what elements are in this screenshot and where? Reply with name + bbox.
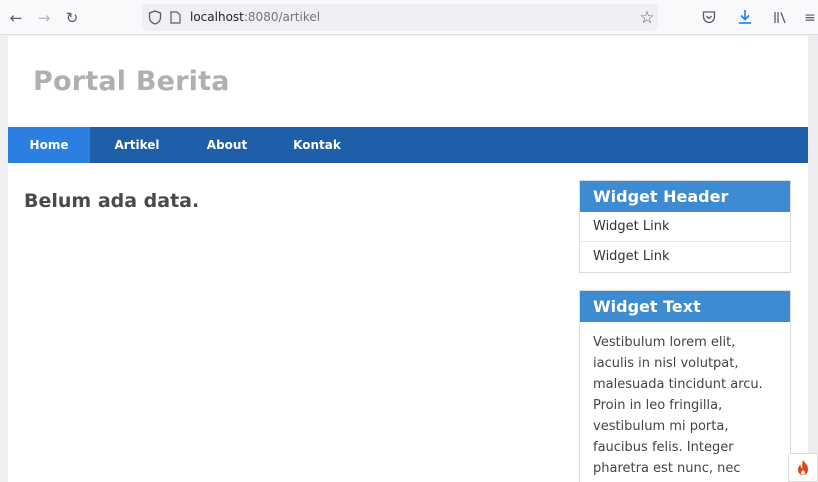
page-icon[interactable] xyxy=(170,11,181,24)
bookmark-star-icon[interactable]: ☆ xyxy=(637,8,657,28)
site-header: Portal Berita xyxy=(8,36,808,127)
debug-toolbar-flame-icon[interactable] xyxy=(788,453,818,482)
nav-item-about[interactable]: About xyxy=(190,127,264,163)
pocket-icon[interactable] xyxy=(702,11,716,24)
menu-icon[interactable]: ≡ xyxy=(802,8,818,28)
widget-header-title: Widget Header xyxy=(580,181,790,212)
nav-item-kontak[interactable]: Kontak xyxy=(278,127,356,163)
download-icon[interactable] xyxy=(738,9,752,25)
address-bar[interactable]: localhost:8080/artikel xyxy=(142,4,658,31)
url-host: localhost xyxy=(190,10,244,24)
forward-arrow-icon[interactable]: → xyxy=(34,8,54,28)
widget-links: Widget Header Widget Link Widget Link xyxy=(579,180,791,273)
web-page: Portal Berita Home Artikel About Kontak … xyxy=(8,36,808,482)
browser-toolbar: ← → ↻ localhost:8080/artikel ☆ ≡ xyxy=(0,0,818,35)
empty-data-message: Belum ada data. xyxy=(24,190,200,212)
widget-text-body: Vestibulum lorem elit, iaculis in nisl v… xyxy=(593,335,763,476)
nav-item-artikel[interactable]: Artikel xyxy=(98,127,176,163)
main-navigation: Home Artikel About Kontak xyxy=(8,127,808,163)
widget-text: Widget Text Vestibulum lorem elit, iacul… xyxy=(579,290,791,482)
library-icon[interactable] xyxy=(773,11,787,24)
back-arrow-icon[interactable]: ← xyxy=(6,8,26,28)
shield-icon[interactable] xyxy=(148,10,162,25)
url-path: :8080/artikel xyxy=(243,10,321,24)
widget-link[interactable]: Widget Link xyxy=(580,242,790,272)
url-text[interactable]: localhost:8080/artikel xyxy=(190,4,320,31)
widget-link[interactable]: Widget Link xyxy=(580,212,790,242)
site-title[interactable]: Portal Berita xyxy=(33,66,230,97)
widget-text-title: Widget Text xyxy=(580,291,790,322)
nav-item-home[interactable]: Home xyxy=(8,127,90,163)
reload-icon[interactable]: ↻ xyxy=(62,8,82,28)
page-scrollbar[interactable] xyxy=(808,36,818,482)
